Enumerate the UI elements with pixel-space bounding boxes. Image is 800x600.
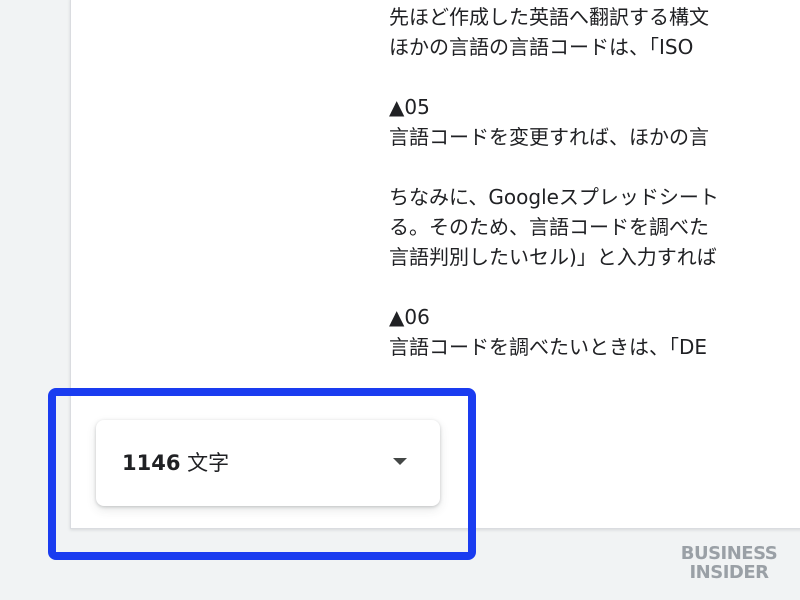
chevron-down-icon[interactable] bbox=[393, 458, 407, 465]
document-line: 先ほど作成した英語へ翻訳する構文 bbox=[389, 5, 709, 29]
document-line: 言語コードを調べたいときは、「DE bbox=[389, 335, 708, 359]
document-line-empty bbox=[389, 152, 800, 182]
document-line: ▲05 bbox=[389, 95, 430, 119]
document-line: ▲06 bbox=[389, 305, 430, 329]
logo-line-1: BUSINESS bbox=[680, 543, 778, 564]
word-count-unit: 文字 bbox=[187, 451, 230, 475]
document-line: 言語判別したいセル)」と入力すれば bbox=[389, 245, 717, 269]
document-line: 言語コードを変更すれば、ほかの言 bbox=[389, 125, 709, 149]
document-line-empty bbox=[389, 272, 800, 302]
document-body[interactable]: 先ほど作成した英語へ翻訳する構文 ほかの言語の言語コードは、「ISO ▲05 言… bbox=[389, 2, 800, 362]
word-count-number: 1146 bbox=[122, 451, 181, 475]
word-count-widget[interactable]: 1146 文字 bbox=[96, 420, 440, 506]
document-line-empty bbox=[389, 62, 800, 92]
logo-line-2: INSIDER bbox=[689, 562, 769, 583]
word-count-label: 1146 文字 bbox=[122, 449, 229, 477]
document-line: る。そのため、言語コードを調べた bbox=[389, 215, 709, 239]
business-insider-logo: BUSINESS INSIDER bbox=[676, 544, 782, 582]
document-line: ちなみに、Googleスプレッドシート bbox=[389, 185, 719, 209]
document-line: ほかの言語の言語コードは、「ISO bbox=[389, 35, 694, 59]
